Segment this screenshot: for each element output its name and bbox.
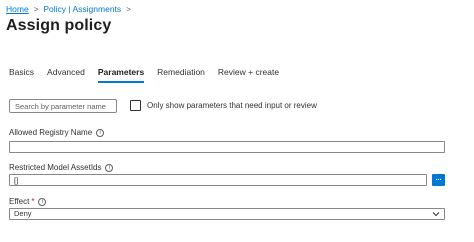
tab-remediation[interactable]: Remediation — [157, 67, 205, 83]
chevron-right-icon: > — [33, 4, 39, 14]
search-input[interactable] — [9, 99, 117, 113]
tab-bar: Basics Advanced Parameters Remediation R… — [9, 67, 292, 83]
only-show-checkbox[interactable] — [130, 100, 141, 111]
allowed-registry-input[interactable] — [9, 141, 445, 153]
effect-dropdown[interactable]: Deny — [9, 208, 445, 220]
restricted-assets-input[interactable] — [9, 174, 427, 186]
tab-review-create[interactable]: Review + create — [218, 67, 279, 83]
allowed-registry-label-text: Allowed Registry Name — [9, 128, 93, 137]
tab-advanced[interactable]: Advanced — [47, 67, 85, 83]
page-title: Assign policy — [6, 17, 112, 34]
breadcrumb-policy-assignments-link[interactable]: Policy | Assignments — [43, 4, 121, 14]
breadcrumb-home-link[interactable]: Home — [6, 4, 29, 14]
restricted-assets-label: Restricted Model AssetIds i — [9, 163, 114, 172]
restricted-assets-label-text: Restricted Model AssetIds — [9, 163, 102, 172]
info-icon[interactable]: i — [105, 163, 114, 172]
effect-label: Effect * i — [9, 197, 47, 206]
chevron-down-icon — [432, 212, 440, 217]
tab-parameters[interactable]: Parameters — [97, 67, 145, 83]
required-indicator: * — [31, 197, 35, 206]
breadcrumb: Home > Policy | Assignments > — [6, 4, 131, 14]
browse-assets-button[interactable]: ... — [432, 174, 445, 186]
only-show-checkbox-label: Only show parameters that need input or … — [147, 101, 317, 110]
allowed-registry-label: Allowed Registry Name i — [9, 128, 105, 137]
more-options-icon[interactable]: ··· — [98, 20, 111, 31]
tab-basics[interactable]: Basics — [9, 67, 34, 83]
effect-label-text: Effect — [9, 197, 30, 206]
info-icon[interactable]: i — [38, 197, 47, 206]
effect-selected-value: Deny — [14, 209, 32, 218]
only-show-filter: Only show parameters that need input or … — [130, 100, 317, 111]
info-icon[interactable]: i — [96, 128, 105, 137]
chevron-right-icon: > — [126, 4, 131, 14]
